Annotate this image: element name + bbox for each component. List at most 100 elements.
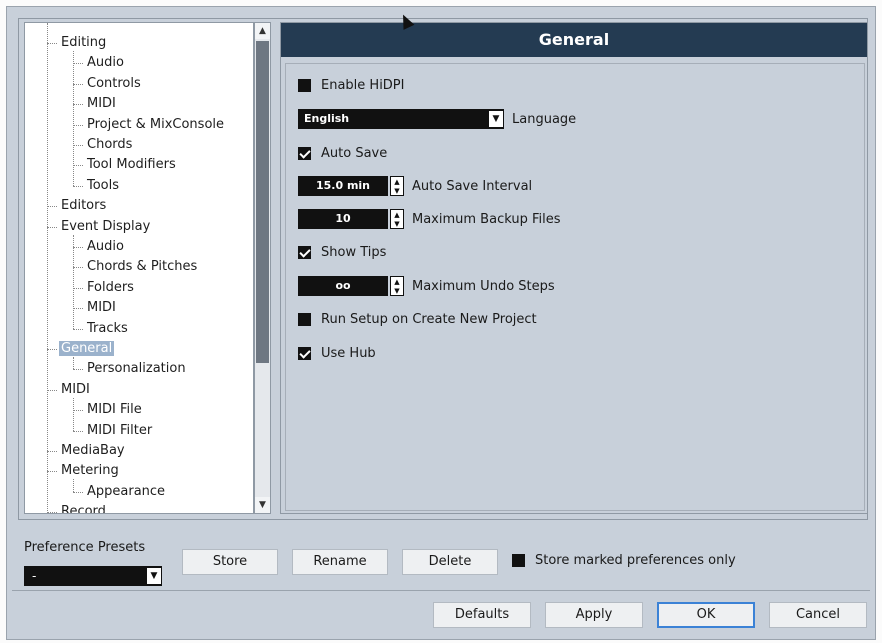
tree-item[interactable]: Personalization: [85, 359, 188, 379]
tree-connector: [47, 43, 57, 44]
tree-item[interactable]: Editing: [59, 33, 108, 53]
tree-connector: [73, 104, 83, 106]
auto-save-interval-stepper[interactable]: 15.0 min ▲ ▼: [298, 176, 404, 196]
run-setup-label: Run Setup on Create New Project: [321, 311, 537, 327]
stepper-down-icon[interactable]: ▼: [392, 220, 402, 228]
run-setup-checkbox[interactable]: [298, 312, 311, 326]
settings-panel: General Enable HiDPI English ▼ Language …: [280, 22, 868, 514]
tree-item[interactable]: Appearance: [85, 482, 167, 502]
tree-item[interactable]: Tracks: [85, 319, 130, 339]
tree-item-label: Editors: [61, 198, 107, 214]
tree-item[interactable]: Controls: [85, 74, 143, 94]
apply-button[interactable]: Apply: [545, 602, 643, 628]
rename-button[interactable]: Rename: [292, 549, 388, 575]
tree-item[interactable]: Event Display: [59, 217, 152, 237]
tree-item[interactable]: MIDI: [59, 380, 92, 400]
scroll-thumb[interactable]: [256, 41, 269, 363]
tree-connector: [73, 479, 74, 492]
enable-hidpi-checkbox[interactable]: [298, 78, 311, 92]
max-backup-value[interactable]: 10: [298, 209, 388, 229]
max-undo-stepper[interactable]: oo ▲ ▼: [298, 276, 404, 296]
tree-item[interactable]: MediaBay: [59, 441, 127, 461]
stepper-buttons[interactable]: ▲ ▼: [390, 276, 404, 296]
delete-button[interactable]: Delete: [402, 549, 498, 575]
stepper-up-icon[interactable]: ▲: [392, 178, 402, 186]
tree-connector: [73, 287, 83, 289]
stepper-down-icon[interactable]: ▼: [392, 187, 402, 195]
use-hub-label: Use Hub: [321, 345, 376, 361]
scroll-down-button[interactable]: ▼: [255, 497, 270, 513]
tree-connector: [73, 124, 83, 126]
show-tips-row[interactable]: Show Tips: [298, 241, 386, 263]
auto-save-checkbox[interactable]: [298, 146, 311, 160]
tree-item-label: General: [59, 341, 115, 356]
tree-item[interactable]: Metering: [59, 461, 121, 481]
tree-connector: [73, 247, 83, 248]
store-button[interactable]: Store: [182, 549, 278, 575]
tree-item[interactable]: MIDI File: [85, 400, 144, 420]
tree-item-label: Audio: [87, 239, 124, 254]
defaults-button[interactable]: Defaults: [433, 602, 531, 628]
tree-item[interactable]: Folders: [85, 278, 136, 298]
chevron-down-icon[interactable]: ▼: [147, 568, 161, 584]
tree-item[interactable]: Chords & Pitches: [85, 257, 199, 277]
tree-item[interactable]: Chords: [85, 135, 134, 155]
tree-connector: [73, 234, 74, 329]
tree-item-label: MIDI: [87, 96, 116, 112]
tree-item[interactable]: Project & MixConsole: [85, 115, 226, 135]
tree-connector: [47, 226, 57, 228]
tree-connector: [47, 349, 57, 350]
auto-save-interval-value[interactable]: 15.0 min: [298, 176, 388, 196]
max-backup-label: Maximum Backup Files: [412, 211, 561, 227]
tree-connector: [47, 389, 57, 391]
auto-save-row[interactable]: Auto Save: [298, 142, 387, 164]
stepper-buttons[interactable]: ▲ ▼: [390, 209, 404, 229]
store-marked-row[interactable]: Store marked preferences only: [512, 553, 736, 568]
tree-item[interactable]: Audio: [85, 53, 126, 73]
stepper-up-icon[interactable]: ▲: [392, 278, 402, 286]
language-dropdown[interactable]: English ▼: [298, 109, 504, 129]
enable-hidpi-row[interactable]: Enable HiDPI: [298, 74, 404, 96]
tree-connector: [47, 471, 57, 473]
language-value: English: [304, 112, 350, 125]
tree-connector: [73, 145, 83, 146]
tree-item-label: Personalization: [87, 361, 186, 377]
cancel-button[interactable]: Cancel: [769, 602, 867, 628]
tree-item[interactable]: Audio: [85, 237, 126, 257]
chevron-down-icon[interactable]: ▼: [489, 111, 503, 127]
tree-item[interactable]: MIDI: [85, 94, 118, 114]
preferences-tree[interactable]: Editing Audio Controls MIDI Project & MixCon…: [24, 22, 254, 514]
tree-item-label: MIDI Filter: [87, 422, 153, 438]
store-marked-checkbox[interactable]: [512, 554, 525, 567]
show-tips-checkbox[interactable]: [298, 245, 311, 259]
run-setup-row[interactable]: Run Setup on Create New Project: [298, 308, 537, 330]
stepper-up-icon[interactable]: ▲: [392, 211, 402, 219]
max-undo-row: oo ▲ ▼ Maximum Undo Steps: [298, 275, 555, 297]
max-backup-stepper[interactable]: 10 ▲ ▼: [298, 209, 404, 229]
tree-item[interactable]: Record: [59, 502, 108, 514]
stepper-down-icon[interactable]: ▼: [392, 287, 402, 295]
use-hub-row[interactable]: Use Hub: [298, 342, 376, 364]
tree-item-label: Tool Modifiers: [87, 157, 176, 173]
tree-item-label: Controls: [87, 75, 141, 91]
tree-item[interactable]: MIDI: [85, 298, 118, 318]
tree-item-label: Editing: [61, 35, 107, 50]
tree-item-label: Record: [61, 504, 106, 514]
tree-connector: [73, 357, 74, 370]
stepper-buttons[interactable]: ▲ ▼: [390, 176, 404, 196]
use-hub-checkbox[interactable]: [298, 346, 311, 360]
tree-item[interactable]: Tools: [85, 176, 121, 196]
tree-connector: [73, 185, 83, 187]
tree-item[interactable]: General: [59, 339, 115, 359]
bottom-separator: [12, 590, 870, 591]
tree-item-label: Metering: [61, 463, 119, 479]
tree-scrollbar[interactable]: ▲ ▼: [254, 22, 271, 514]
scroll-up-button[interactable]: ▲: [255, 23, 270, 39]
max-undo-value[interactable]: oo: [298, 276, 388, 296]
tree-item[interactable]: Editors: [59, 196, 108, 216]
tree-item[interactable]: Tool Modifiers: [85, 155, 178, 175]
tree-item[interactable]: MIDI Filter: [85, 421, 154, 441]
ok-button[interactable]: OK: [657, 602, 755, 628]
preference-presets-dropdown[interactable]: - ▼: [24, 566, 162, 586]
tree-connector: [73, 308, 83, 310]
